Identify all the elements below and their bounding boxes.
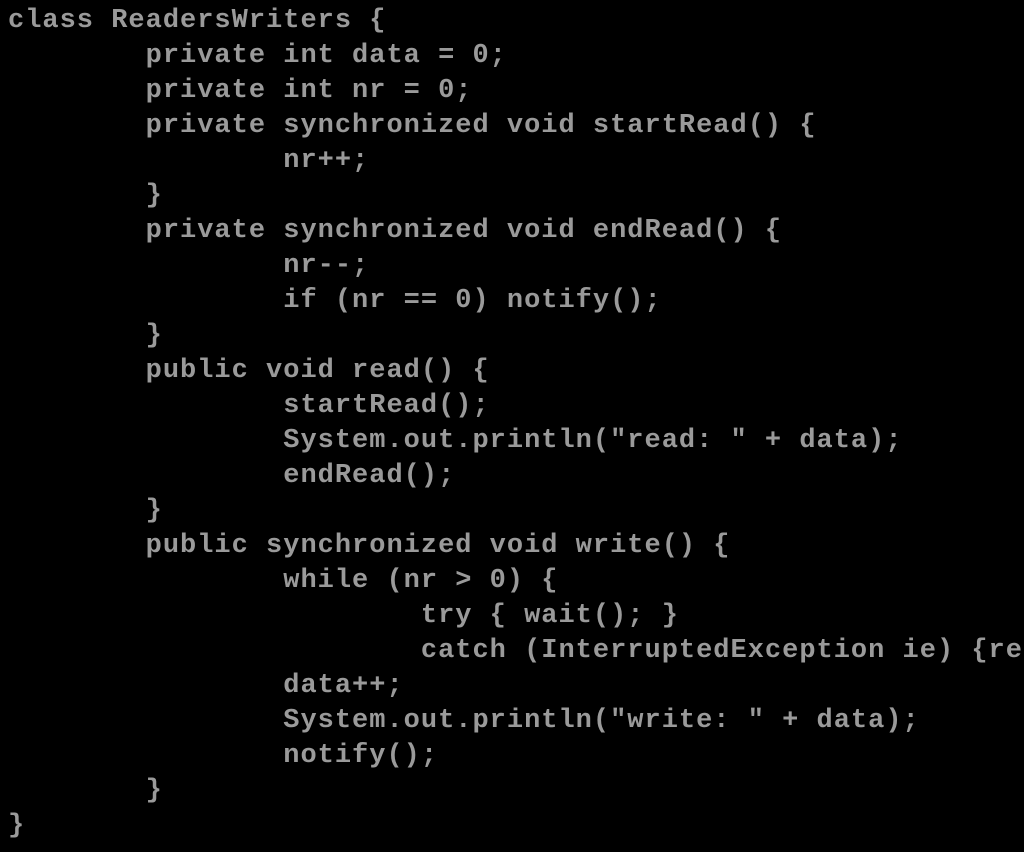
code-block: class ReadersWriters { private int data …: [0, 0, 1024, 848]
